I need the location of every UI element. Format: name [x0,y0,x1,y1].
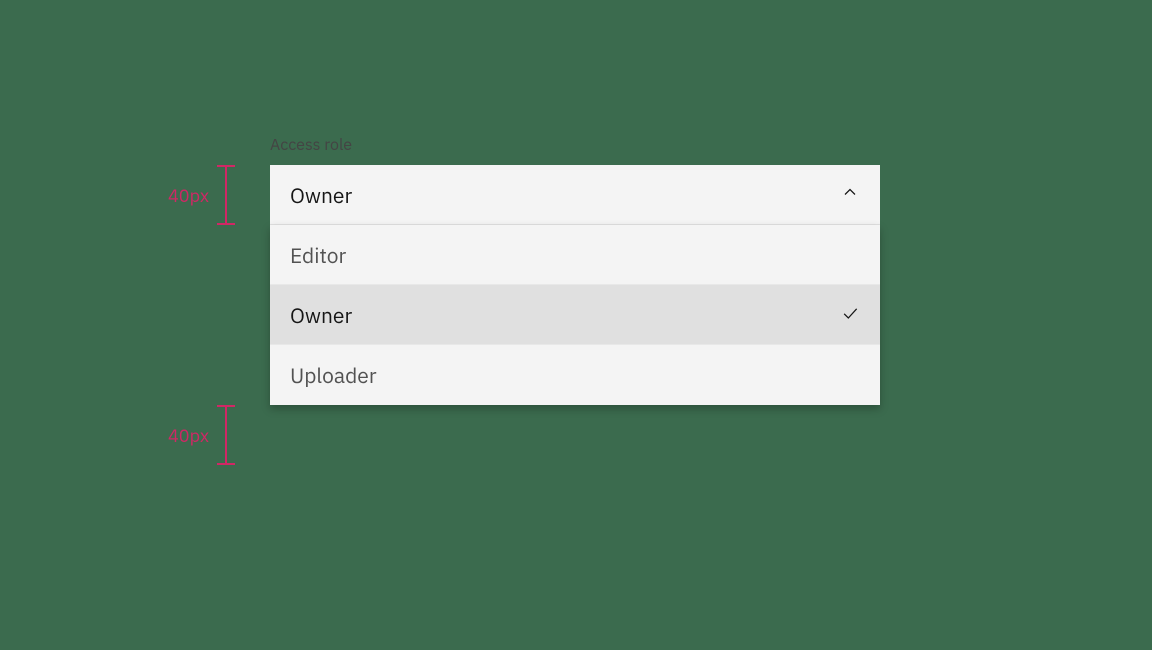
dropdown-option-label: Editor [290,241,346,269]
dropdown-container: Access role Owner Editor Owner Uploader [270,135,880,405]
dropdown-option-owner[interactable]: Owner [270,285,880,345]
dropdown-option-uploader[interactable]: Uploader [270,345,880,405]
measurement-label: 40px [168,424,209,447]
dropdown-header[interactable]: Owner [270,165,880,225]
dropdown-option-label: Owner [290,301,352,329]
measurement-header-height: 40px [168,165,235,225]
measurement-option-height: 40px [168,405,235,465]
dropdown-option-label: Uploader [290,361,377,389]
dropdown-option-editor[interactable]: Editor [270,225,880,285]
dropdown-selected-value: Owner [290,181,352,209]
chevron-up-icon [840,182,860,207]
measurement-bracket [217,405,235,465]
dropdown-menu: Editor Owner Uploader [270,225,880,405]
field-label: Access role [270,135,880,155]
measurement-bracket [217,165,235,225]
dropdown: Owner Editor Owner Uploader [270,165,880,405]
measurement-label: 40px [168,184,209,207]
check-icon [840,301,860,329]
